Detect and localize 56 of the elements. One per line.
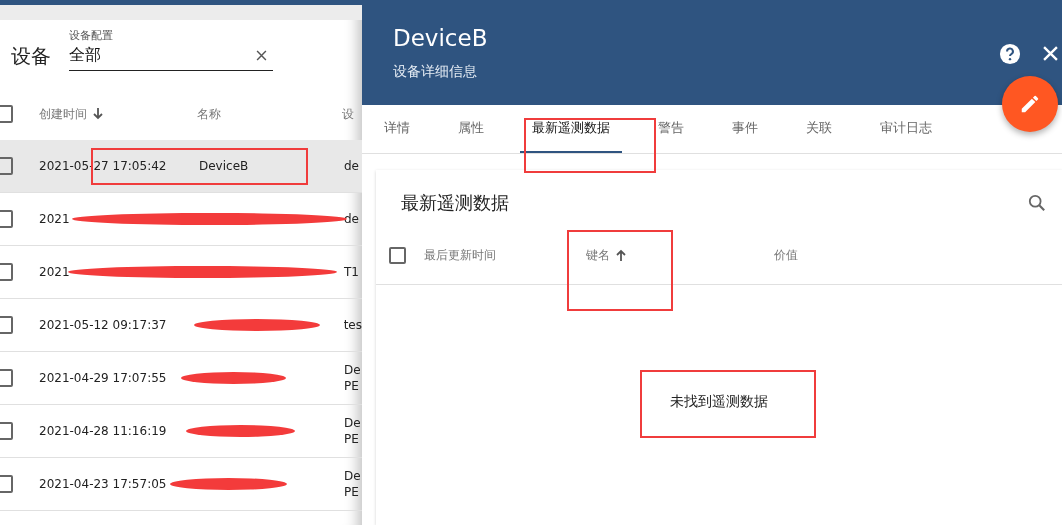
column-header[interactable]: 设 (342, 105, 354, 123)
column-header[interactable]: 键名 (586, 246, 616, 264)
tab[interactable]: 关联 (794, 105, 844, 153)
subtitle: 设备详细信息 (393, 63, 478, 81)
table-cell-text: 2021 (39, 212, 71, 226)
checkbox[interactable] (0, 105, 13, 123)
tab[interactable]: 属性 (446, 105, 496, 153)
page-title: 设备 (11, 43, 51, 70)
table-cell: De PE (344, 467, 361, 501)
column-header[interactable]: 创建时间 (39, 105, 87, 123)
table-cell: de (344, 157, 359, 175)
checkbox[interactable] (0, 475, 13, 493)
table-row[interactable]: 2021-04-29 17:07:55 De PE (0, 352, 362, 405)
checkbox[interactable] (0, 316, 13, 334)
table-cell-text: 2021-05-12 09:17:37 (39, 318, 168, 332)
help-icon[interactable] (999, 43, 1021, 65)
checkbox[interactable] (0, 422, 13, 440)
checkbox[interactable] (0, 157, 13, 175)
tab[interactable]: 警告 (646, 105, 696, 153)
table-cell-text: 2021 (39, 265, 71, 279)
close-icon[interactable] (1043, 46, 1058, 61)
pencil-icon (1019, 93, 1041, 115)
empty-message: 未找到遥测数据 (670, 393, 768, 411)
table-row[interactable]: 2021-04-28 11:16:19 De PE (0, 405, 362, 458)
clear-icon[interactable] (256, 50, 267, 61)
table-cell: De PE (344, 361, 361, 395)
table-cell: tes (343, 316, 362, 334)
checkbox[interactable] (0, 369, 13, 387)
column-header[interactable]: 名称 (197, 105, 342, 123)
table-cell-text: DeviceB (199, 159, 250, 173)
checkbox[interactable] (389, 246, 406, 264)
table-cell-text: 2021-04-28 11:16:19 (39, 424, 168, 438)
card-title: 最新遥测数据 (401, 191, 509, 215)
tab[interactable]: 详情 (372, 105, 422, 153)
edit-button[interactable] (1002, 76, 1058, 132)
table-cell-text: 2021-04-23 17:57:05 (39, 477, 168, 491)
device-title: DeviceB (393, 25, 489, 51)
tab[interactable]: 事件 (720, 105, 770, 153)
column-header[interactable]: 最后更新时间 (424, 246, 586, 264)
table-cell-text: 2021-04-29 17:07:55 (39, 371, 168, 385)
table-cell: de (344, 210, 359, 228)
table-row[interactable]: 2021-05-12 09:17:37 tes (0, 299, 362, 352)
table-row[interactable]: 2021 T1 (0, 246, 362, 299)
tab[interactable]: 审计日志 (868, 105, 944, 153)
arrow-up-icon[interactable] (616, 249, 626, 261)
table-row[interactable]: 2021-04-23 17:57:05 De PE (0, 458, 362, 511)
tab[interactable]: 最新遥测数据 (520, 105, 622, 153)
table-cell: De PE (344, 414, 361, 448)
checkbox[interactable] (0, 263, 13, 281)
device-profile-select[interactable]: 设备配置 全部 (69, 28, 273, 71)
arrow-down-icon[interactable] (93, 108, 103, 120)
table-row[interactable]: 2021 de (0, 193, 362, 246)
column-header[interactable]: 价值 (774, 246, 798, 264)
checkbox[interactable] (0, 210, 13, 228)
table-cell: T1 (344, 263, 359, 281)
search-icon[interactable] (1028, 194, 1046, 212)
